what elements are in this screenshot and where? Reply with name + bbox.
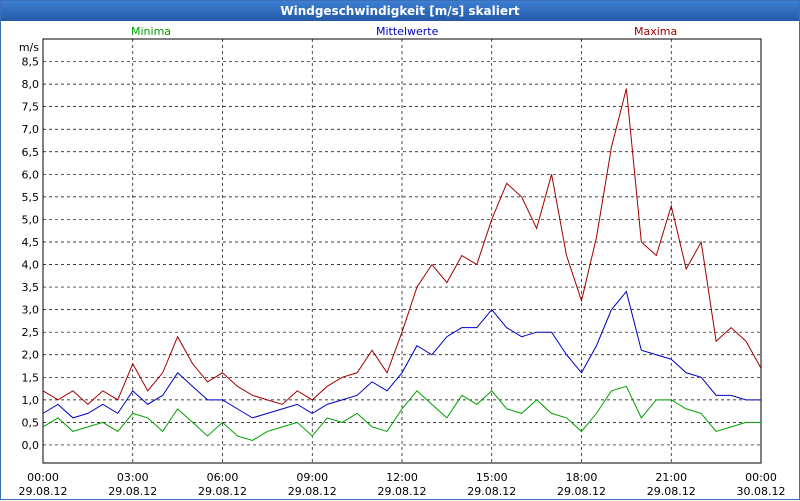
x-tick-date: 29.08.12 bbox=[288, 485, 337, 498]
y-tick-label: 0,5 bbox=[22, 416, 40, 429]
x-tick-time: 18:00 bbox=[566, 471, 598, 484]
y-tick-label: 8,0 bbox=[22, 78, 40, 91]
x-tick-time: 21:00 bbox=[655, 471, 687, 484]
x-tick-time: 15:00 bbox=[476, 471, 508, 484]
y-tick-label: 1,5 bbox=[22, 371, 40, 384]
x-tick-date: 29.08.12 bbox=[557, 485, 606, 498]
x-tick-date: 29.08.12 bbox=[19, 485, 68, 498]
y-tick-label: 4,5 bbox=[22, 236, 40, 249]
y-tick-label: 3,0 bbox=[22, 304, 40, 317]
y-tick-label: 3,5 bbox=[22, 281, 40, 294]
y-tick-label: 6,0 bbox=[22, 168, 40, 181]
y-tick-label: 4,0 bbox=[22, 259, 40, 272]
x-tick-time: 09:00 bbox=[296, 471, 328, 484]
y-tick-label: 6,5 bbox=[22, 146, 40, 159]
y-tick-label: 7,0 bbox=[22, 123, 40, 136]
chart-window: Windgeschwindigkeit [m/s] skaliert Minim… bbox=[0, 0, 800, 500]
x-tick-time: 12:00 bbox=[386, 471, 418, 484]
y-tick-label: 5,0 bbox=[22, 213, 40, 226]
x-tick-time: 06:00 bbox=[207, 471, 239, 484]
y-tick-label: 7,5 bbox=[22, 101, 40, 114]
x-tick-date: 29.08.12 bbox=[647, 485, 696, 498]
x-tick-date: 30.08.12 bbox=[737, 485, 786, 498]
x-tick-date: 29.08.12 bbox=[378, 485, 427, 498]
x-tick-time: 03:00 bbox=[117, 471, 149, 484]
y-tick-label: 5,5 bbox=[22, 191, 40, 204]
x-tick-date: 29.08.12 bbox=[108, 485, 157, 498]
x-tick-date: 29.08.12 bbox=[198, 485, 247, 498]
x-tick-time: 00:00 bbox=[745, 471, 777, 484]
y-tick-label: 8,5 bbox=[22, 56, 40, 69]
wind-speed-chart: 0,0 0,5 1,0 1,5 2,0 2,5 3,0 3,5 4,0 4,5 5,0 5,5 6,0 6… bbox=[19, 38, 786, 498]
x-tick-time: 00:00 bbox=[27, 471, 59, 484]
y-axis-label: m/s bbox=[19, 41, 39, 54]
y-tick-label: 0,0 bbox=[22, 439, 40, 452]
y-tick-label: 1,0 bbox=[22, 394, 40, 407]
y-tick-label: 2,0 bbox=[22, 349, 40, 362]
x-tick-date: 29.08.12 bbox=[467, 485, 516, 498]
y-tick-label: 2,5 bbox=[22, 326, 40, 339]
